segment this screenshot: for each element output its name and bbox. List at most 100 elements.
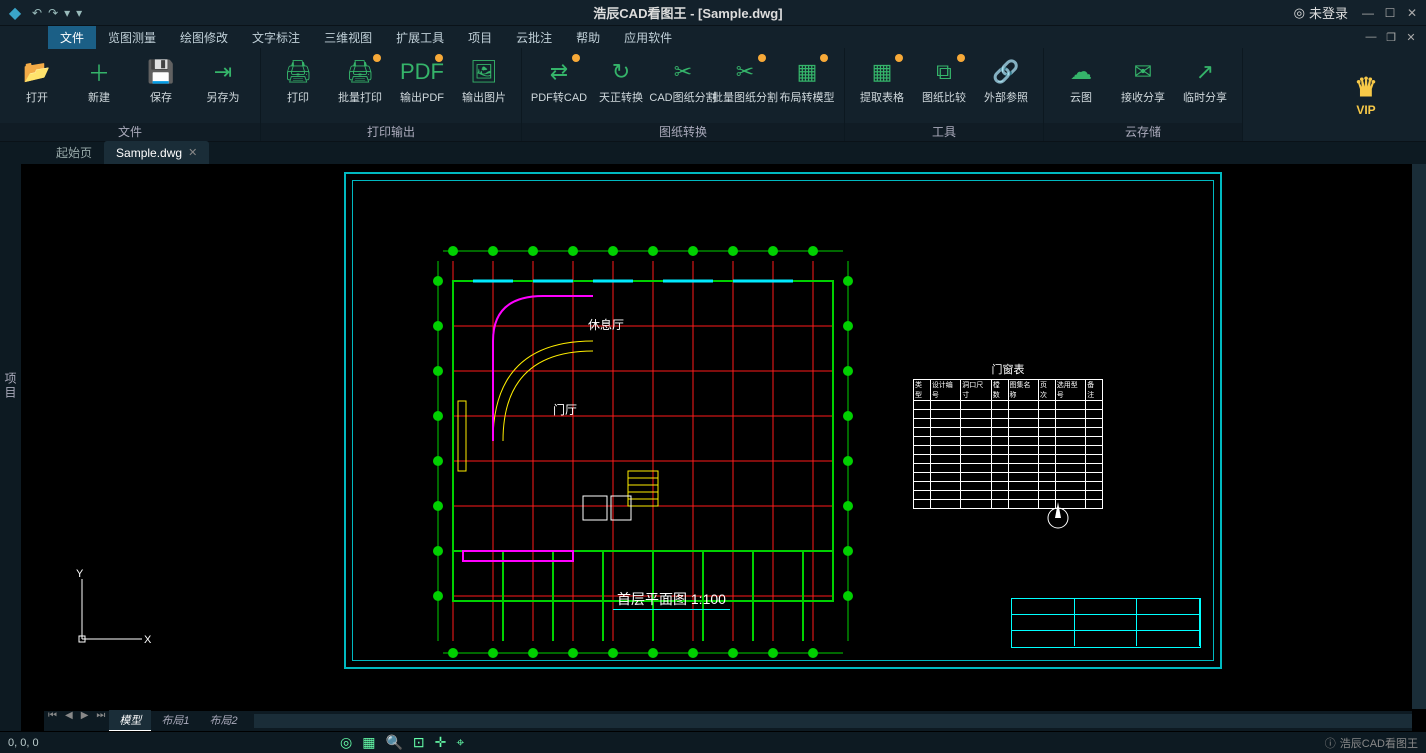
badge-icon	[895, 54, 903, 62]
svg-text:Y: Y	[76, 569, 84, 580]
left-panel: 项目	[0, 164, 22, 731]
menu-item-3[interactable]: 文字标注	[240, 26, 312, 49]
menu-item-0[interactable]: 文件	[48, 26, 96, 49]
ribbon-btn-label: 布局转模型	[780, 92, 835, 104]
print-icon: 🖨	[282, 56, 314, 88]
tab-nav-prev[interactable]: ◀	[61, 710, 77, 732]
batchsplit-button[interactable]: ✂ 批量图纸分割	[714, 52, 776, 108]
model-tab[interactable]: 模型	[109, 710, 151, 732]
login-status[interactable]: ◎ 未登录	[1294, 3, 1348, 22]
status-tool-6-icon[interactable]: ⌖	[456, 734, 464, 751]
badge-icon	[820, 54, 828, 62]
save-button[interactable]: 💾保存	[130, 52, 192, 108]
close-icon[interactable]: ✕	[188, 146, 197, 159]
sheet-border: 休息厅 门厅 首层平面图 1:100 门窗表 类型设计编号洞口尺寸樘数图集名称页…	[344, 172, 1222, 669]
ribbon-group: ☁云图✉接收分享↗临时分享云存储	[1044, 48, 1243, 141]
ribbon-group: 🖨打印🖨批量打印PDF输出PDF🖼输出图片打印输出	[261, 48, 522, 141]
pdf2cad-button[interactable]: ⇄ PDF转CAD	[528, 52, 590, 108]
badge-icon	[572, 54, 580, 62]
left-tab-project[interactable]: 项目	[0, 364, 21, 408]
status-tools: ◎ ▦ 🔍 ⊡ ✛ ⌖	[340, 734, 464, 751]
doc-tab[interactable]: Sample.dwg✕	[104, 141, 209, 164]
ribbon-btn-label: 接收分享	[1121, 92, 1165, 104]
batchprint-icon: 🖨	[344, 56, 376, 88]
svg-text:X: X	[144, 634, 152, 646]
ribbon-btn-label: PDF转CAD	[531, 92, 587, 104]
layout2model-button[interactable]: ▦布局转模型	[776, 52, 838, 108]
ribbon: 📂打开＋新建💾保存⇥另存为文件🖨打印🖨批量打印PDF输出PDF🖼输出图片打印输出…	[0, 48, 1426, 142]
tab-nav-last[interactable]: ⏭	[92, 710, 109, 732]
xref-icon: 🔗	[990, 56, 1022, 88]
menu-item-8[interactable]: 帮助	[564, 26, 612, 49]
badge-icon	[957, 54, 965, 62]
compare-button[interactable]: ⧉图纸比较	[913, 52, 975, 108]
main-area: 项目	[0, 164, 1426, 731]
close-button[interactable]: ✕	[1402, 5, 1422, 21]
tab-nav-next[interactable]: ▶	[77, 710, 93, 732]
compare-icon: ⧉	[928, 56, 960, 88]
app-logo-icon: ◆	[4, 2, 26, 24]
doc-tab[interactable]: 起始页	[44, 141, 104, 164]
titlebar: ◆ ↶ ↷ ▾ ▾ 浩辰CAD看图王 - [Sample.dwg] ◎ 未登录 …	[0, 0, 1426, 26]
mdi-close-button[interactable]: ✕	[1402, 31, 1420, 44]
recvshare-button[interactable]: ✉接收分享	[1112, 52, 1174, 108]
menu-item-9[interactable]: 应用软件	[612, 26, 684, 49]
open-button[interactable]: 📂打开	[6, 52, 68, 108]
status-tool-snap-icon[interactable]: ✛	[435, 734, 447, 751]
tab-nav-first[interactable]: ⏮	[44, 710, 61, 732]
canvas[interactable]: 休息厅 门厅 首层平面图 1:100 门窗表 类型设计编号洞口尺寸樘数图集名称页…	[44, 168, 1422, 709]
cloud-icon: ☁	[1065, 56, 1097, 88]
tianzheng-icon: ↻	[605, 56, 637, 88]
horizontal-scrollbar[interactable]	[254, 714, 1412, 728]
model-tab[interactable]: 布局2	[200, 710, 248, 732]
menu-item-1[interactable]: 览图测量	[96, 26, 168, 49]
new-button[interactable]: ＋新建	[68, 52, 130, 108]
splitcad-button[interactable]: ✂CAD图纸分割	[652, 52, 714, 108]
status-tool-4-icon[interactable]: ⊡	[413, 734, 425, 751]
menu-item-5[interactable]: 扩展工具	[384, 26, 456, 49]
vip-badge[interactable]: ♛VIP	[1306, 48, 1426, 141]
document-tabs: 起始页Sample.dwg✕	[0, 142, 1426, 164]
pdf2cad-icon: ⇄	[543, 56, 575, 88]
tianzheng-button[interactable]: ↻天正转换	[590, 52, 652, 108]
print-button[interactable]: 🖨打印	[267, 52, 329, 108]
ribbon-group: 📂打开＋新建💾保存⇥另存为文件	[0, 48, 261, 141]
qa-redo-icon[interactable]: ↷	[48, 6, 58, 20]
vertical-scrollbar[interactable]	[1412, 164, 1426, 709]
ribbon-btn-label: 外部参照	[984, 92, 1028, 104]
model-tab[interactable]: 布局1	[151, 710, 199, 732]
mdi-minimize-button[interactable]: —	[1362, 31, 1380, 44]
mdi-restore-button[interactable]: ❐	[1382, 31, 1400, 44]
ribbon-btn-label: 批量图纸分割	[712, 92, 778, 104]
tempshare-button[interactable]: ↗临时分享	[1174, 52, 1236, 108]
ribbon-group-label: 云存储	[1044, 123, 1242, 141]
drawing: 休息厅 门厅 首层平面图 1:100 门窗表 类型设计编号洞口尺寸樘数图集名称页…	[44, 168, 1422, 709]
exportpdf-button[interactable]: PDF输出PDF	[391, 52, 453, 108]
extracttable-button[interactable]: ▦提取表格	[851, 52, 913, 108]
xref-button[interactable]: 🔗 外部参照	[975, 52, 1037, 108]
ribbon-btn-label: 输出PDF	[400, 92, 444, 104]
qa-dd1-icon[interactable]: ▾	[64, 6, 70, 20]
cloud-button[interactable]: ☁云图	[1050, 52, 1112, 108]
menu-item-7[interactable]: 云批注	[504, 26, 564, 49]
minimize-button[interactable]: —	[1358, 5, 1378, 21]
ribbon-btn-label: CAD图纸分割	[649, 92, 716, 104]
saveas-button[interactable]: ⇥另存为	[192, 52, 254, 108]
batchprint-button[interactable]: 🖨批量打印	[329, 52, 391, 108]
maximize-button[interactable]: ☐	[1380, 5, 1400, 21]
menu-item-6[interactable]: 项目	[456, 26, 504, 49]
menu-item-4[interactable]: 三维视图	[312, 26, 384, 49]
status-tool-grid-icon[interactable]: ▦	[362, 734, 375, 751]
statusbar: 0, 0, 0 ◎ ▦ 🔍 ⊡ ✛ ⌖ ⓘ 浩辰CAD看图王	[0, 731, 1426, 753]
qa-undo-icon[interactable]: ↶	[32, 6, 42, 20]
ribbon-group: ▦提取表格⧉图纸比较🔗外部参照工具	[845, 48, 1044, 141]
info-icon: ⓘ	[1325, 735, 1336, 751]
batchsplit-icon: ✂	[729, 56, 761, 88]
door-window-schedule: 门窗表 类型设计编号洞口尺寸樘数图集名称页次选用型号备注	[913, 361, 1103, 509]
ucs-icon: X Y	[72, 569, 152, 649]
exportimg-button[interactable]: 🖼输出图片	[453, 52, 515, 108]
bottom-tabs-row: ⏮ ◀ ▶ ⏭ 模型布局1布局2	[44, 711, 1412, 731]
status-tool-zoom-icon[interactable]: 🔍	[385, 734, 402, 751]
status-tool-1-icon[interactable]: ◎	[340, 734, 352, 751]
menu-item-2[interactable]: 绘图修改	[168, 26, 240, 49]
